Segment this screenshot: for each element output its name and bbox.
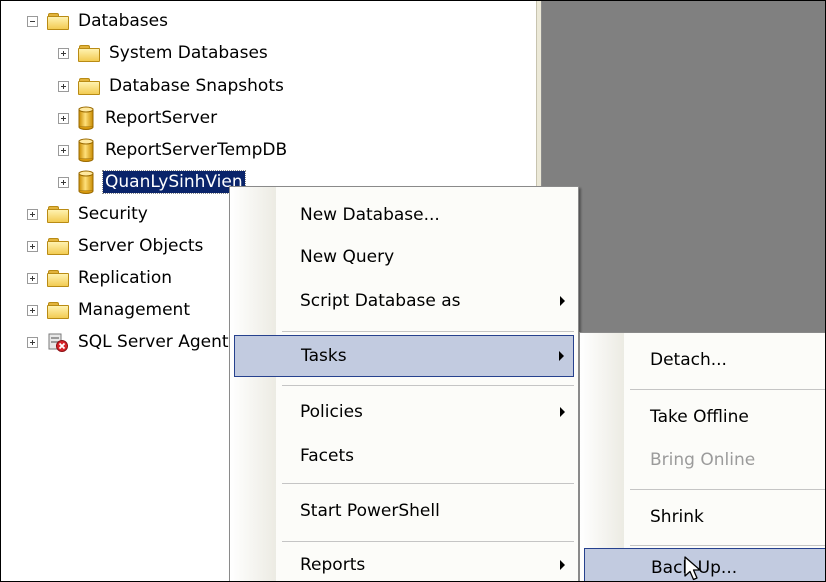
database-icon [78,170,94,194]
expand-icon[interactable] [58,144,69,156]
tree-node-label: Replication [78,268,173,288]
ssms-window: Databases System Databases Database Snap… [0,0,826,582]
tree-node-reportserver[interactable]: ReportServer [58,103,219,133]
expand-icon[interactable] [58,176,69,188]
expand-icon[interactable] [58,80,69,92]
submenu-arrow-icon [560,560,565,570]
folder-icon [47,302,69,319]
folder-icon [47,13,69,30]
folder-icon [47,206,69,223]
menu-item-take-offline[interactable]: Take Offline [580,395,825,439]
menu-item-detach[interactable]: Detach... [580,337,825,383]
tree-node-sql-server-agent[interactable]: SQL Server Agent [27,327,231,357]
menu-separator [282,331,574,332]
menu-item-shrink[interactable]: Shrink [580,495,825,539]
expand-icon[interactable] [58,112,69,124]
menu-item-facets[interactable]: Facets [230,434,576,478]
tree-node-database-snapshots[interactable]: Database Snapshots [58,71,286,101]
tree-node-label: Databases [78,11,168,31]
context-menu: New Database... New Query Script Databas… [229,186,579,581]
tree-node-quanlysinhvien[interactable]: QuanLySinhVien [58,167,246,197]
menu-item-script-database-as[interactable]: Script Database as [230,279,576,323]
sql-agent-icon [47,331,69,353]
menu-item-bring-online: Bring Online [580,439,825,481]
menu-item-label: Reports [300,555,366,575]
tree-node-label: Security [78,204,148,224]
menu-separator [630,389,825,390]
folder-icon [78,78,100,95]
mouse-cursor-icon [684,556,701,581]
menu-item-label: Policies [300,402,363,422]
expand-icon[interactable] [27,208,38,220]
tree-node-management[interactable]: Management [27,295,192,325]
tree-node-replication[interactable]: Replication [27,263,174,293]
tree-node-label: Server Objects [78,236,204,256]
expand-icon[interactable] [27,304,38,316]
expand-icon[interactable] [27,272,38,284]
menu-separator [282,385,574,386]
menu-item-label: New Query [300,247,395,267]
menu-item-policies[interactable]: Policies [230,390,576,434]
submenu-arrow-icon [560,407,565,417]
tree-node-label: ReportServerTempDB [105,140,288,160]
tree-node-label: Management [78,300,190,320]
tree-node-server-objects[interactable]: Server Objects [27,231,205,261]
menu-item-label: Facets [300,446,354,466]
menu-item-reports[interactable]: Reports [230,546,576,581]
database-icon [78,138,94,162]
tree-node-label: System Databases [109,43,268,63]
tree-node-label: SQL Server Agent [78,332,229,352]
folder-icon [78,45,100,62]
collapse-icon[interactable] [27,15,38,27]
tree-node-system-databases[interactable]: System Databases [58,38,270,68]
tree-node-label: Database Snapshots [109,76,284,96]
menu-separator [630,489,825,490]
expand-icon[interactable] [27,240,38,252]
submenu-arrow-icon [560,296,565,306]
database-icon [78,106,94,130]
menu-separator [282,483,574,484]
folder-icon [47,238,69,255]
tree-node-reportservertempdb[interactable]: ReportServerTempDB [58,135,289,165]
menu-item-label: New Database... [300,205,440,225]
menu-separator [630,545,825,546]
folder-icon [47,270,69,287]
menu-item-label: Shrink [650,507,704,527]
tree-node-label: ReportServer [105,108,218,128]
menu-item-new-database[interactable]: New Database... [230,191,576,239]
expand-icon[interactable] [58,47,69,59]
menu-item-start-powershell[interactable]: Start PowerShell [230,489,576,533]
menu-item-label: Script Database as [300,291,461,311]
tree-node-label-selected: QuanLySinhVien [102,170,246,194]
expand-icon[interactable] [27,336,38,348]
menu-item-label: Detach... [650,350,727,370]
menu-separator [282,541,574,542]
tree-node-security[interactable]: Security [27,199,150,229]
menu-item-label: Bring Online [650,450,756,470]
tree-node-databases[interactable]: Databases [27,6,170,36]
menu-item-label: Take Offline [650,407,749,427]
submenu-arrow-icon [559,351,564,361]
menu-item-label: Start PowerShell [300,501,440,521]
menu-item-tasks[interactable]: Tasks [234,335,574,377]
tasks-submenu: Detach... Take Offline Bring Online Shri… [579,332,825,581]
menu-item-new-query[interactable]: New Query [230,235,576,279]
menu-item-label: Tasks [301,346,347,366]
